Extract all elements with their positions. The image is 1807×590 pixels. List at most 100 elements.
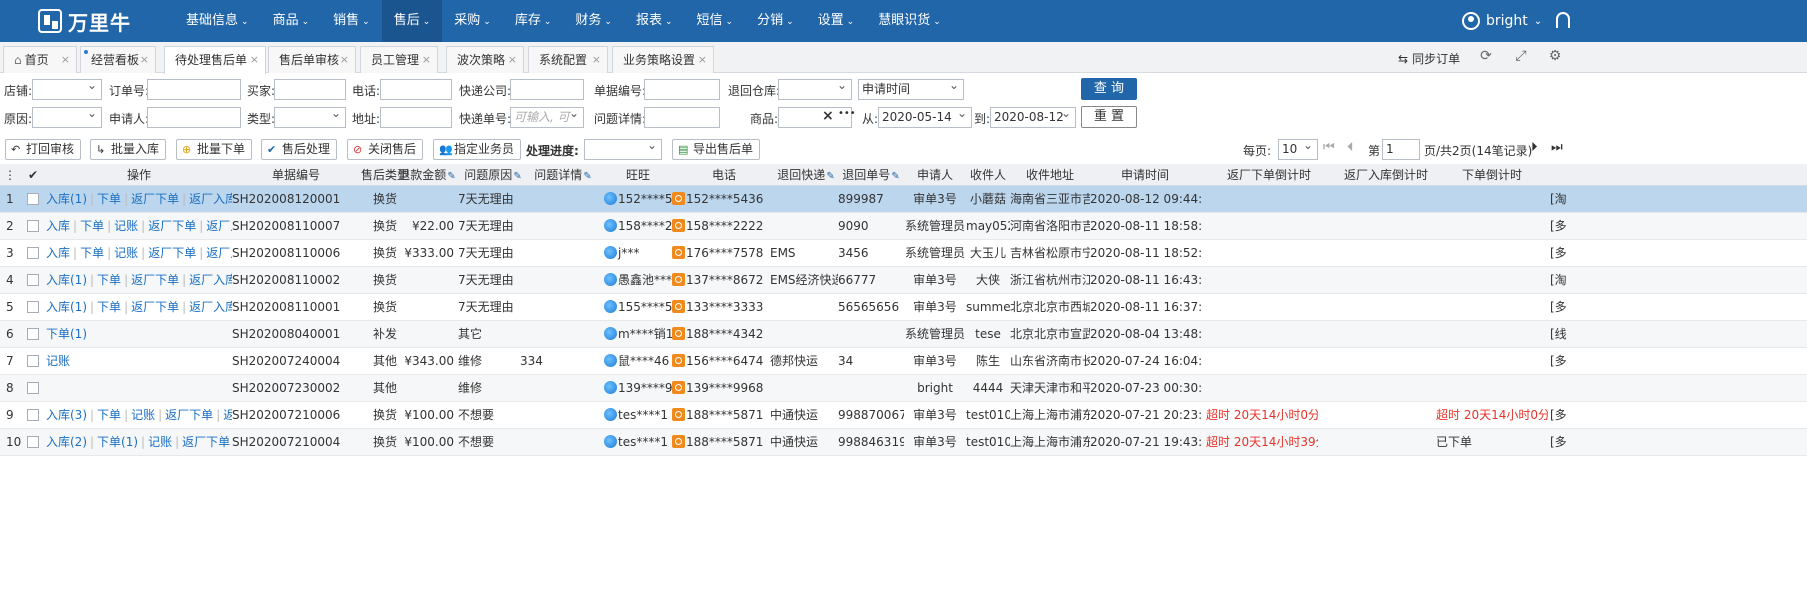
table-row[interactable]: 10 入库(2)|下单(1)|记账|返厂下单|返SH202007210004 换货 ¥…: [0, 429, 1807, 456]
menu-item[interactable]: 分销 ⌄: [745, 0, 806, 42]
row-action-link[interactable]: 下单: [97, 408, 121, 422]
next-page-icon[interactable]: ⏵: [1531, 140, 1538, 155]
first-page-icon[interactable]: ⏮: [1323, 140, 1335, 155]
menu-item[interactable]: 售后 ⌄: [381, 0, 443, 42]
row-action-link[interactable]: 记账: [46, 354, 70, 368]
close-icon[interactable]: ×: [61, 47, 70, 73]
query-button[interactable]: 查 询: [1081, 78, 1137, 100]
close-icon[interactable]: ×: [250, 47, 259, 73]
row-action-link[interactable]: 入库: [46, 219, 70, 233]
menu-item[interactable]: 财务 ⌄: [563, 0, 624, 42]
reason-select[interactable]: [32, 107, 102, 128]
row-checkbox[interactable]: [27, 382, 39, 394]
wangwang-icon[interactable]: [604, 273, 617, 286]
wangwang-icon[interactable]: [604, 300, 617, 313]
prev-page-icon[interactable]: ⏴: [1347, 140, 1354, 155]
phone-icon[interactable]: [672, 246, 685, 259]
wangwang-icon[interactable]: [604, 192, 617, 205]
tab[interactable]: 售后单审核 ×: [268, 46, 356, 73]
column-header[interactable]: 收件地址: [1010, 164, 1090, 186]
close-icon[interactable]: ×: [340, 47, 349, 73]
menu-item[interactable]: 短信 ⌄: [685, 0, 746, 42]
per-page-select[interactable]: 10: [1278, 139, 1318, 160]
row-action-link[interactable]: 返厂下单: [165, 408, 213, 422]
tab[interactable]: ⌂ 首页 ×: [3, 46, 77, 73]
row-action-link[interactable]: 返厂入库: [189, 300, 232, 314]
column-header[interactable]: 旺旺: [604, 164, 672, 186]
settings-icon[interactable]: ⚙: [1547, 48, 1563, 64]
column-header[interactable]: 申请人: [904, 164, 966, 186]
from-date-input[interactable]: 2020-05-14: [878, 107, 972, 128]
row-action-link[interactable]: 返厂: [223, 408, 232, 422]
phone-icon[interactable]: [672, 327, 685, 340]
row-action-link[interactable]: 入库(3): [46, 408, 87, 422]
page-input[interactable]: 1: [1382, 139, 1420, 160]
batch-inbound-button[interactable]: ↳ 批量入库: [90, 139, 167, 160]
tab[interactable]: 业务策略设置 ×: [612, 46, 714, 73]
assign-salesman-button[interactable]: 👥 指定业务员: [433, 139, 522, 160]
row-action-link[interactable]: 下单(1): [97, 435, 138, 449]
order-no-input[interactable]: [147, 79, 241, 100]
batch-order-button[interactable]: ⊕ 批量下单: [176, 139, 253, 160]
column-header[interactable]: 操作: [46, 164, 232, 186]
phone-icon[interactable]: [672, 219, 685, 232]
menu-item[interactable]: 慧眼识货 ⌄: [866, 0, 953, 42]
wangwang-icon[interactable]: [604, 408, 617, 421]
table-row[interactable]: 1 入库(1) | 下单 | 返厂下单 | 返厂入库 SH202008120001 换货 7天无理由…: [0, 186, 1807, 213]
row-action-link[interactable]: 入库(2): [46, 435, 87, 449]
column-header[interactable]: 退回单号: [838, 164, 904, 186]
menu-item[interactable]: 销售 ⌄: [321, 0, 382, 42]
clear-icon[interactable]: ×: [822, 108, 834, 124]
row-checkbox[interactable]: [27, 436, 39, 448]
phone-icon[interactable]: [672, 300, 685, 313]
column-header[interactable]: 问题原因: [458, 164, 528, 186]
return-warehouse-select[interactable]: [778, 79, 852, 100]
select-all-checkbox[interactable]: ✔: [26, 164, 40, 186]
column-header[interactable]: 申请时间: [1090, 164, 1200, 186]
column-menu-icon[interactable]: ⋮: [3, 164, 17, 186]
address-input[interactable]: [380, 107, 452, 128]
column-header[interactable]: 退款金额: [396, 164, 458, 186]
close-icon[interactable]: ×: [140, 47, 149, 73]
menu-item[interactable]: 采购 ⌄: [442, 0, 503, 42]
row-checkbox[interactable]: [27, 409, 39, 421]
tab[interactable]: 系统配置 ×: [528, 46, 608, 73]
row-action-link[interactable]: 下单: [97, 273, 121, 287]
to-date-input[interactable]: 2020-08-12: [990, 107, 1076, 128]
row-action-link[interactable]: 记账: [114, 219, 138, 233]
problem-detail-input[interactable]: [644, 107, 720, 128]
progress-select[interactable]: [584, 139, 662, 160]
refresh-icon[interactable]: ⟳: [1478, 48, 1494, 64]
sync-orders-button[interactable]: ⇆ 同步订单: [1398, 50, 1460, 67]
row-action-link[interactable]: 返厂下单: [182, 435, 230, 449]
row-action-link[interactable]: 记账: [114, 246, 138, 260]
shop-select[interactable]: [32, 79, 102, 100]
column-header[interactable]: 下单倒计时: [1436, 164, 1548, 186]
menu-item[interactable]: 基础信息 ⌄: [174, 0, 261, 42]
row-action-link[interactable]: 返厂下单: [131, 192, 179, 206]
table-row[interactable]: 4 入库(1) | 下单 | 返厂下单 | 返厂入库 SH202008110002 换货 7天无理由…: [0, 267, 1807, 294]
row-checkbox[interactable]: [27, 328, 39, 340]
buyer-input[interactable]: [274, 79, 346, 100]
menu-item[interactable]: 报表 ⌄: [624, 0, 685, 42]
row-action-link[interactable]: 入库(1): [46, 273, 87, 287]
menu-item[interactable]: 库存 ⌄: [503, 0, 564, 42]
time-type-select[interactable]: 申请时间: [858, 79, 964, 100]
row-action-link[interactable]: 记账: [131, 408, 155, 422]
table-row[interactable]: 8 SH202007230002 其他 维修 139****99 139****9968 b…: [0, 375, 1807, 402]
close-icon[interactable]: ×: [422, 47, 431, 73]
row-action-link[interactable]: 返厂入库: [206, 246, 232, 260]
last-page-icon[interactable]: ⏭: [1551, 140, 1563, 155]
column-header[interactable]: 返厂入库倒计时: [1338, 164, 1434, 186]
fullscreen-icon[interactable]: ⤢: [1513, 48, 1529, 64]
column-header[interactable]: 退回快递: [774, 164, 838, 186]
table-row[interactable]: 5 入库(1) | 下单 | 返厂下单 | 返厂入库 SH202008110001 换货 7天无理由…: [0, 294, 1807, 321]
close-after-sale-button[interactable]: ⊘ 关闭售后: [347, 139, 424, 160]
row-action-link[interactable]: 入库(1): [46, 192, 87, 206]
table-row[interactable]: 7 记账 SH202007240004 其他 ¥343.00 维修 334 鼠****46 15…: [0, 348, 1807, 375]
close-icon[interactable]: ×: [592, 47, 601, 73]
wangwang-icon[interactable]: [604, 381, 617, 394]
phone-icon[interactable]: [672, 354, 685, 367]
phone-icon[interactable]: [672, 435, 685, 448]
tab[interactable]: 经营看板 ×: [80, 46, 156, 73]
